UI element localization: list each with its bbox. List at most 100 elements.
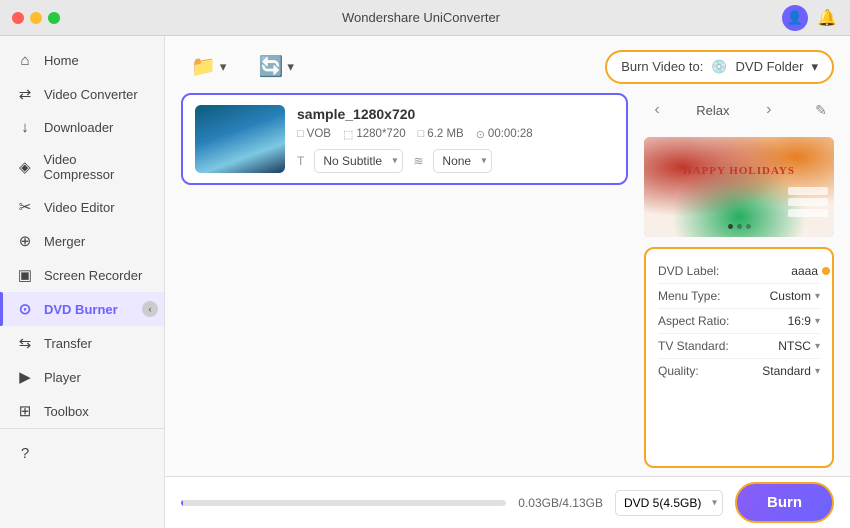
merger-icon: ⊕ bbox=[16, 232, 34, 250]
burn-destination-button[interactable]: Burn Video to: 💿 DVD Folder ▾ bbox=[605, 50, 834, 84]
sidebar-label-downloader: Downloader bbox=[44, 120, 113, 135]
file-resolution: ⬚ 1280*720 bbox=[343, 128, 406, 141]
sidebar-label-merger: Merger bbox=[44, 234, 85, 249]
tv-standard-value: NTSC bbox=[778, 339, 811, 353]
file-thumbnail bbox=[195, 105, 285, 173]
sidebar-label-home: Home bbox=[44, 53, 79, 68]
subtitle-select[interactable]: No Subtitle bbox=[314, 149, 403, 173]
screen-recorder-icon: ▣ bbox=[16, 266, 34, 284]
downloader-icon: ↓ bbox=[16, 119, 34, 136]
sidebar-item-merger[interactable]: ⊕ Merger bbox=[0, 224, 164, 258]
audio-select[interactable]: None bbox=[433, 149, 492, 173]
dvd-type-select[interactable]: DVD 5(4.5GB) bbox=[615, 490, 723, 516]
add-video-icon: 📁 bbox=[191, 54, 216, 79]
sidebar-item-dvd-burner[interactable]: ⊙ DVD Burner ‹ bbox=[0, 292, 164, 326]
notification-bell[interactable]: 🔔 bbox=[816, 7, 838, 29]
sidebar-label-player: Player bbox=[44, 370, 81, 385]
menu-line-3 bbox=[788, 209, 828, 217]
progress-bar-container bbox=[181, 500, 506, 506]
close-dot[interactable] bbox=[12, 12, 24, 24]
main-layout: ⌂ Home ⇄ Video Converter ↓ Downloader ◈ … bbox=[0, 36, 850, 528]
audio-select-wrapper[interactable]: None bbox=[433, 149, 492, 173]
tv-standard-value-container[interactable]: NTSC ▾ bbox=[778, 339, 820, 353]
sidebar-item-player[interactable]: ▶ Player bbox=[0, 360, 164, 394]
menu-type-caret[interactable]: ▾ bbox=[815, 291, 820, 302]
thumbnail-image bbox=[195, 105, 285, 173]
sidebar-item-transfer[interactable]: ⇆ Transfer bbox=[0, 326, 164, 360]
quality-caret[interactable]: ▾ bbox=[815, 366, 820, 377]
dvd-type-select-wrapper[interactable]: DVD 5(4.5GB) bbox=[615, 490, 723, 516]
preview-next-button[interactable]: › bbox=[756, 97, 782, 123]
aspect-ratio-key: Aspect Ratio: bbox=[658, 314, 738, 328]
sidebar-item-downloader[interactable]: ↓ Downloader bbox=[0, 111, 164, 144]
file-resolution-value: 1280*720 bbox=[356, 128, 405, 140]
sidebar-item-video-editor[interactable]: ✂ Video Editor bbox=[0, 190, 164, 224]
audio-icon: ≋ bbox=[413, 154, 423, 168]
file-meta: □ VOB ⬚ 1280*720 □ 6.2 MB bbox=[297, 128, 614, 141]
user-avatar[interactable]: 👤 bbox=[782, 5, 808, 31]
burn-destination-value: DVD Folder bbox=[736, 59, 804, 74]
dvd-settings-panel: DVD Label: Menu Type: Custom ▾ bbox=[644, 247, 834, 468]
maximize-dot[interactable] bbox=[48, 12, 60, 24]
transfer-icon: ⇆ bbox=[16, 334, 34, 352]
next-arrow-icon: › bbox=[766, 101, 771, 119]
burn-destination-caret: ▾ bbox=[811, 59, 818, 75]
add-video-button[interactable]: 📁 ▾ bbox=[181, 48, 236, 85]
dvd-folder-icon: 💿 bbox=[711, 59, 727, 75]
preview-prev-button[interactable]: ‹ bbox=[644, 97, 670, 123]
aspect-ratio-caret[interactable]: ▾ bbox=[815, 316, 820, 327]
duration-icon: ⊙ bbox=[476, 128, 485, 141]
dvd-label-indicator bbox=[822, 267, 830, 275]
dvd-label-row: DVD Label: bbox=[658, 259, 820, 284]
subtitle-select-wrapper[interactable]: No Subtitle bbox=[314, 149, 403, 173]
window-controls[interactable] bbox=[12, 12, 60, 24]
add-video-caret: ▾ bbox=[220, 59, 227, 75]
prev-arrow-icon: ‹ bbox=[654, 101, 659, 119]
sidebar-item-help[interactable]: ? bbox=[0, 437, 164, 470]
aspect-ratio-value-container[interactable]: 16:9 ▾ bbox=[788, 314, 820, 328]
quality-value-container[interactable]: Standard ▾ bbox=[762, 364, 820, 378]
app-title: Wondershare UniConverter bbox=[342, 10, 500, 25]
preview-dot-1 bbox=[728, 224, 733, 229]
storage-text: 0.03GB/4.13GB bbox=[518, 496, 603, 510]
sidebar-item-screen-recorder[interactable]: ▣ Screen Recorder bbox=[0, 258, 164, 292]
file-card: sample_1280x720 □ VOB ⬚ 1280*720 bbox=[181, 93, 628, 185]
preview-dot-2 bbox=[737, 224, 742, 229]
content-area: 📁 ▾ 🔄 ▾ Burn Video to: 💿 DVD Folder ▾ bbox=[165, 36, 850, 528]
menu-line-1 bbox=[788, 187, 828, 195]
toolbox-icon: ⊞ bbox=[16, 402, 34, 420]
minimize-dot[interactable] bbox=[30, 12, 42, 24]
player-icon: ▶ bbox=[16, 368, 34, 386]
quality-key: Quality: bbox=[658, 364, 738, 378]
sidebar-item-video-compressor[interactable]: ◈ Video Compressor bbox=[0, 144, 164, 190]
menu-type-value-container[interactable]: Custom ▾ bbox=[770, 289, 820, 303]
collapse-icon[interactable]: ‹ bbox=[142, 301, 158, 317]
add-chapter-button[interactable]: 🔄 ▾ bbox=[248, 48, 303, 85]
file-info: sample_1280x720 □ VOB ⬚ 1280*720 bbox=[297, 106, 614, 173]
sidebar-item-video-converter[interactable]: ⇄ Video Converter bbox=[0, 77, 164, 111]
sidebar-item-toolbox[interactable]: ⊞ Toolbox bbox=[0, 394, 164, 428]
title-bar: Wondershare UniConverter 👤 🔔 bbox=[0, 0, 850, 36]
aspect-ratio-row: Aspect Ratio: 16:9 ▾ bbox=[658, 309, 820, 334]
content-body: sample_1280x720 □ VOB ⬚ 1280*720 bbox=[165, 93, 850, 476]
dvd-label-key: DVD Label: bbox=[658, 264, 738, 278]
menu-type-row: Menu Type: Custom ▾ bbox=[658, 284, 820, 309]
dvd-burner-icon: ⊙ bbox=[16, 300, 34, 318]
preview-dot-3 bbox=[746, 224, 751, 229]
dvd-label-input[interactable] bbox=[738, 264, 818, 278]
preview-dots bbox=[728, 224, 751, 229]
size-icon: □ bbox=[418, 128, 425, 140]
sidebar-label-transfer: Transfer bbox=[44, 336, 92, 351]
menu-line-2 bbox=[788, 198, 828, 206]
burn-button[interactable]: Burn bbox=[735, 482, 834, 523]
preview-edit-button[interactable]: ✎ bbox=[808, 97, 834, 123]
sidebar-item-home[interactable]: ⌂ Home bbox=[0, 44, 164, 77]
tv-standard-caret[interactable]: ▾ bbox=[815, 341, 820, 352]
compressor-icon: ◈ bbox=[16, 158, 34, 176]
progress-bar-fill bbox=[181, 500, 183, 506]
sidebar-label-editor: Video Editor bbox=[44, 200, 115, 215]
tv-standard-key: TV Standard: bbox=[658, 339, 738, 353]
sidebar-label-toolbox: Toolbox bbox=[44, 404, 89, 419]
aspect-ratio-value: 16:9 bbox=[788, 314, 811, 328]
tv-standard-row: TV Standard: NTSC ▾ bbox=[658, 334, 820, 359]
